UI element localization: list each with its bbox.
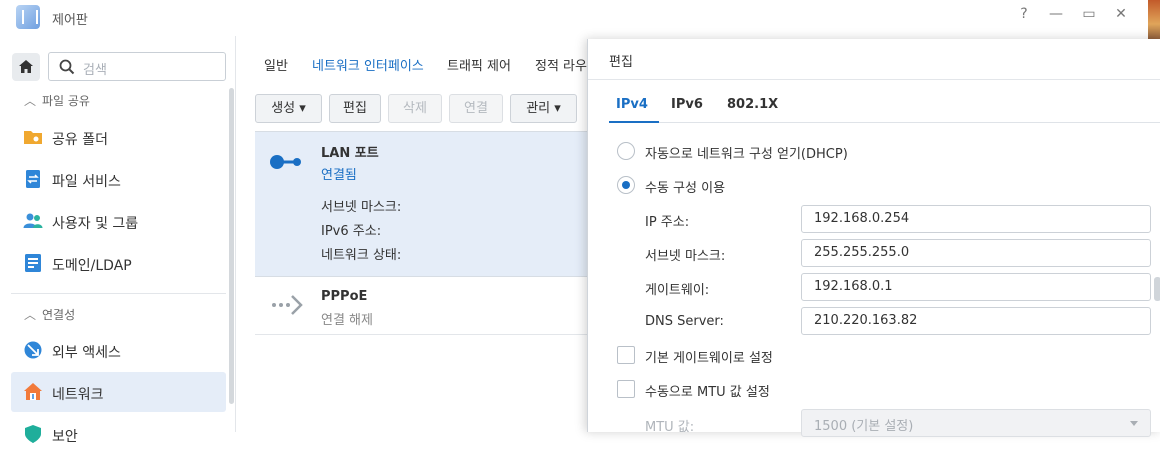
default-gateway-checkbox[interactable] <box>617 346 635 364</box>
manual-config-label: 수동 구성 이용 <box>645 181 726 196</box>
manual-config-radio[interactable] <box>617 176 635 194</box>
sidebar-divider <box>11 293 226 294</box>
section-file-sharing[interactable]: ︿ 파일 공유 <box>24 92 90 109</box>
connect-button[interactable]: 연결 <box>449 94 503 123</box>
shield-icon <box>25 425 41 443</box>
prop-network-status: 네트워크 상태: <box>321 248 402 263</box>
sidebar: 검색 ︿ 파일 공유 공유 폴더 파일 서비스 사용자 및 그룹 도메인/LDA… <box>0 36 236 445</box>
tab-8021x[interactable]: 802.1X <box>727 97 778 112</box>
tab-traffic-control[interactable]: 트래픽 제어 <box>447 55 511 74</box>
close-icon[interactable]: ✕ <box>1110 6 1132 22</box>
sidebar-item-external-access[interactable]: 외부 액세스 <box>11 330 226 370</box>
dialog-title: 편집 <box>609 55 633 70</box>
manual-mtu-label: 수동으로 MTU 값 설정 <box>645 385 770 400</box>
chevron-up-icon: ︿ <box>24 308 37 322</box>
search-icon <box>59 59 75 75</box>
gateway-label: 게이트웨이: <box>645 283 710 298</box>
subnet-mask-field[interactable]: 255.255.255.0 <box>801 239 1151 267</box>
default-gateway-label: 기본 게이트웨이로 설정 <box>645 351 773 366</box>
interface-row-pppoe[interactable]: PPPoE 연결 해제 <box>255 277 615 335</box>
dhcp-label: 자동으로 네트워크 구성 얻기(DHCP) <box>645 147 848 162</box>
ip-address-field[interactable]: 192.168.0.254 <box>801 205 1151 233</box>
sidebar-scrollbar[interactable] <box>229 88 234 404</box>
network-house-icon <box>24 383 42 400</box>
domain-icon <box>25 254 41 272</box>
sidebar-item-network[interactable]: 네트워크 <box>11 372 226 412</box>
interface-status: 연결됨 <box>321 168 357 183</box>
users-icon <box>23 213 43 228</box>
search-input[interactable]: 검색 <box>48 52 226 81</box>
edit-dialog: 편집 IPv4 IPv6 802.1X 자동으로 네트워크 구성 얻기(DHCP… <box>587 39 1160 437</box>
prop-subnet-mask: 서브넷 마스크: <box>321 200 402 215</box>
delete-button[interactable]: 삭제 <box>388 94 442 123</box>
active-tab-indicator <box>609 121 659 123</box>
dns-server-field[interactable]: 210.220.163.82 <box>801 307 1151 335</box>
maximize-icon[interactable]: ▭ <box>1078 6 1100 22</box>
tab-ipv4[interactable]: IPv4 <box>616 97 648 112</box>
external-access-icon <box>24 341 42 359</box>
window-title: 제어판 <box>52 13 88 28</box>
home-button[interactable] <box>12 53 40 81</box>
gateway-field[interactable]: 192.168.0.1 <box>801 273 1151 301</box>
interface-name: LAN 포트 <box>321 146 379 161</box>
sidebar-item-security[interactable]: 보안 <box>11 414 226 454</box>
help-icon[interactable]: ? <box>1013 6 1035 22</box>
desktop-edge <box>1148 0 1160 40</box>
tab-general[interactable]: 일반 <box>264 55 288 74</box>
pppoe-icon <box>272 295 303 315</box>
home-icon <box>19 60 33 73</box>
manage-button[interactable]: 관리 ▾ <box>510 94 577 123</box>
section-connectivity[interactable]: ︿ 연결성 <box>24 306 75 323</box>
dialog-title-divider <box>588 79 1160 80</box>
lan-port-icon <box>270 155 301 169</box>
tab-network-interface[interactable]: 네트워크 인터페이스 <box>312 55 424 74</box>
interface-status: 연결 해제 <box>321 313 373 328</box>
manual-mtu-checkbox[interactable] <box>617 380 635 398</box>
dialog-tab-divider <box>609 122 1160 123</box>
interface-name: PPPoE <box>321 289 368 304</box>
tab-static-route[interactable]: 정적 라우 <box>535 55 587 74</box>
dns-server-label: DNS Server: <box>645 314 724 329</box>
sidebar-item-domain-ldap[interactable]: 도메인/LDAP <box>11 243 226 283</box>
mtu-value-select[interactable]: 1500 (기본 설정) <box>801 409 1151 437</box>
file-services-icon <box>26 170 40 188</box>
search-placeholder: 검색 <box>83 63 107 78</box>
mtu-value-label: MTU 값: <box>645 420 695 435</box>
sidebar-item-shared-folder[interactable]: 공유 폴더 <box>11 117 226 157</box>
chevron-up-icon: ︿ <box>24 94 37 108</box>
minimize-icon[interactable]: — <box>1045 6 1067 22</box>
chevron-down-icon <box>1130 421 1138 426</box>
create-button[interactable]: 생성 ▾ <box>255 94 322 123</box>
title-bar: 제어판 ? — ▭ ✕ <box>0 0 1160 40</box>
dhcp-radio[interactable] <box>617 142 635 160</box>
tab-ipv6[interactable]: IPv6 <box>671 97 703 112</box>
ip-address-label: IP 주소: <box>645 215 690 230</box>
sidebar-item-users-groups[interactable]: 사용자 및 그룹 <box>11 201 226 241</box>
interface-row-lan[interactable]: LAN 포트 연결됨 서브넷 마스크: IPv6 주소: 네트워크 상태: <box>255 131 615 277</box>
folder-share-icon <box>24 131 42 144</box>
subnet-mask-label: 서브넷 마스크: <box>645 249 726 264</box>
control-panel-icon <box>16 5 40 29</box>
dialog-scrollbar[interactable] <box>1154 277 1160 301</box>
edit-button[interactable]: 편집 <box>329 94 381 123</box>
prop-ipv6-address: IPv6 주소: <box>321 224 382 239</box>
sidebar-item-file-services[interactable]: 파일 서비스 <box>11 159 226 199</box>
